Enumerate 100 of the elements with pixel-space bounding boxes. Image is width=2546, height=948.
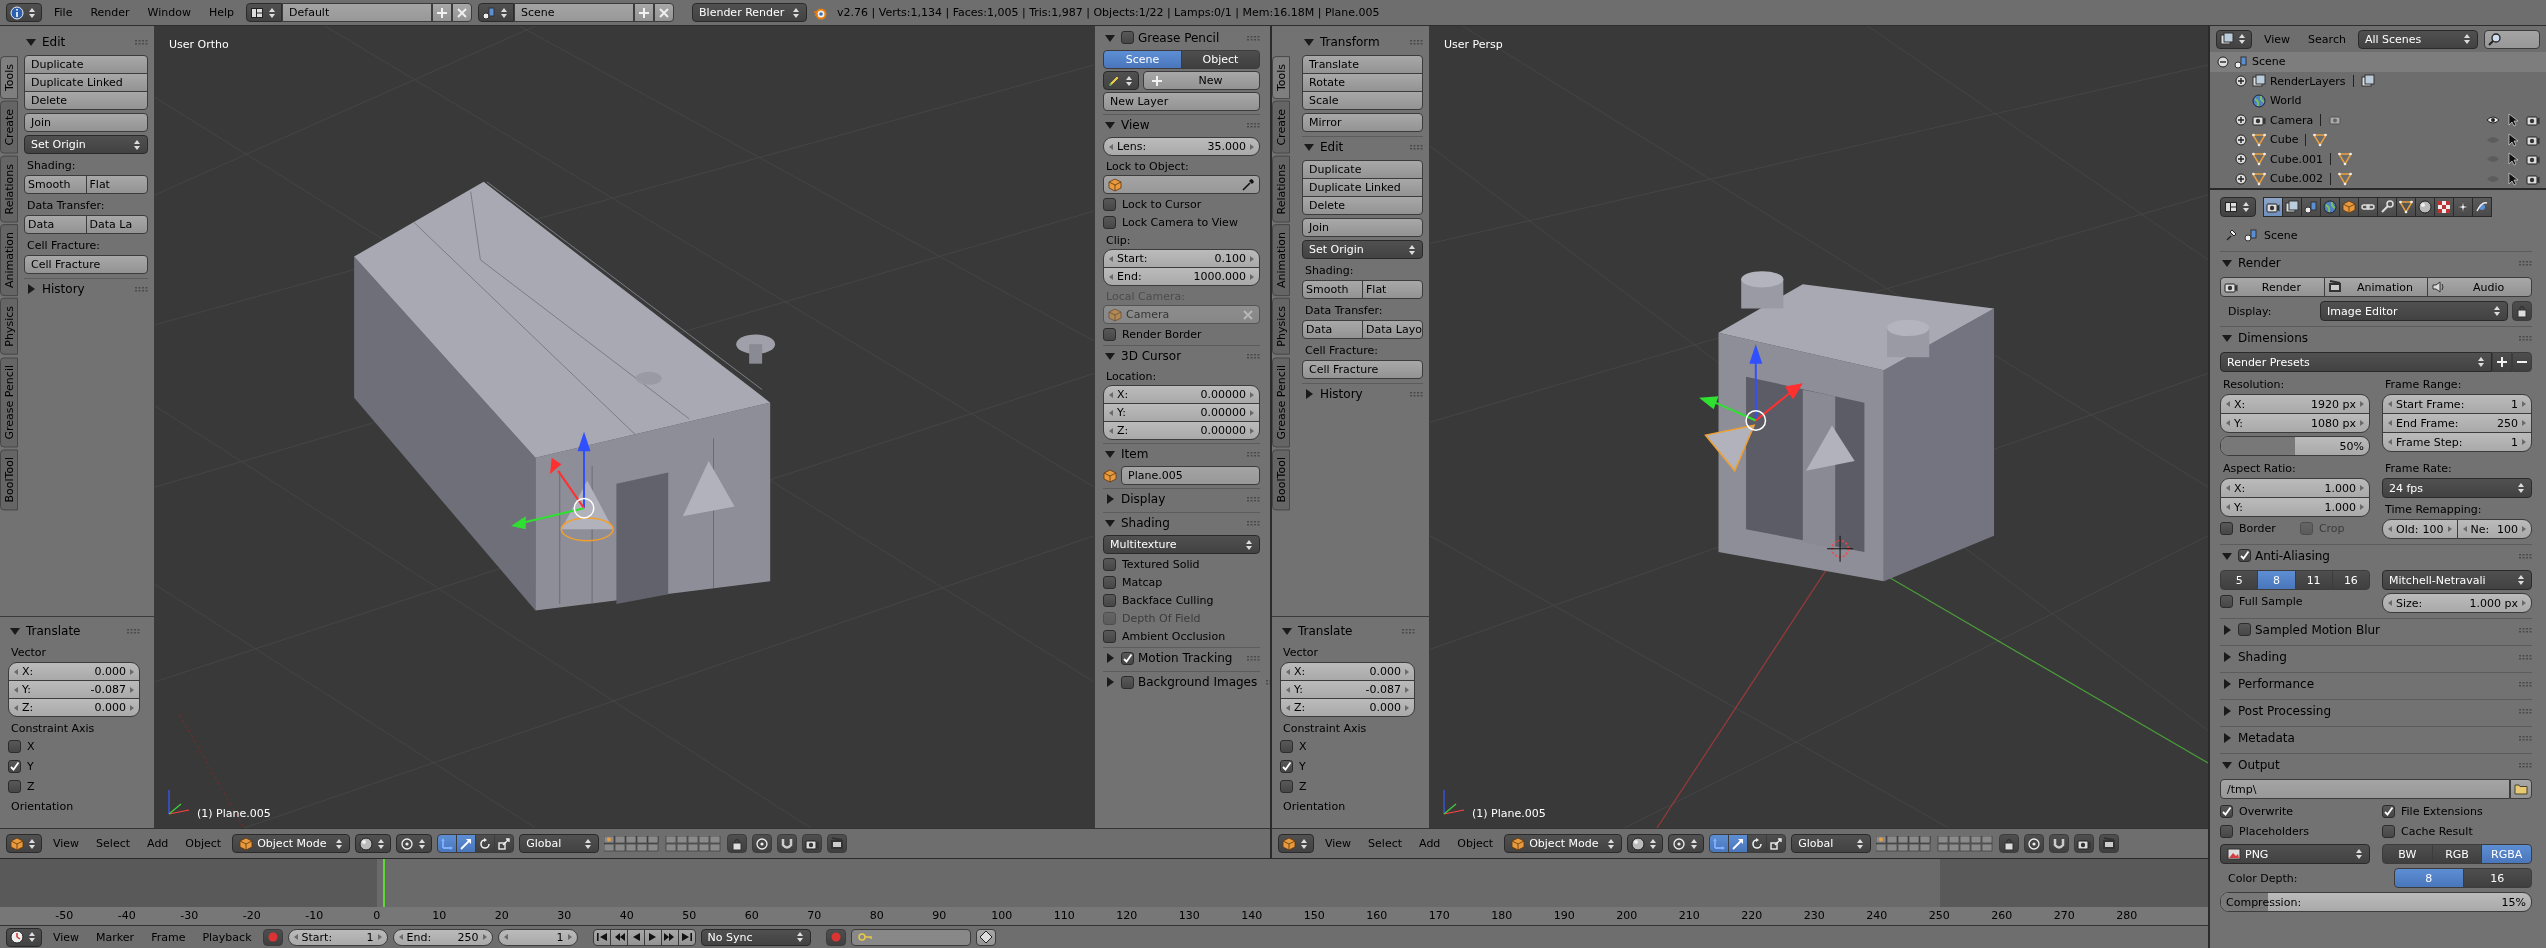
shelf-tab[interactable]: Tools: [0, 56, 18, 100]
expand-toggle-icon[interactable]: [2216, 54, 2230, 69]
checkbox-label[interactable]: Lock to Cursor: [1122, 197, 1202, 211]
properties-tab[interactable]: [2282, 197, 2302, 217]
manipulator-toggle[interactable]: [1728, 834, 1749, 853]
outliner-item-label[interactable]: Cube.002: [2270, 172, 2323, 186]
pivot-dropdown[interactable]: [1668, 834, 1705, 853]
number-field[interactable]: Old: 100: [2382, 519, 2458, 539]
current-frame-line[interactable]: [383, 859, 386, 907]
toggle-button[interactable]: BW: [2382, 844, 2433, 864]
checkbox[interactable]: [1121, 31, 1134, 44]
dropdown-menu[interactable]: Mitchell-Netravali: [2382, 570, 2532, 590]
panel-header[interactable]: History: [1320, 387, 1363, 401]
new-button[interactable]: New: [1143, 71, 1260, 90]
path-field[interactable]: /tmp\: [2220, 779, 2510, 799]
scene-menu[interactable]: [478, 3, 515, 22]
toggle-button[interactable]: Object: [1181, 50, 1260, 69]
checkbox[interactable]: [1280, 780, 1293, 793]
toggle-button[interactable]: RGBA: [2481, 844, 2532, 864]
tool-button[interactable]: Delete: [24, 91, 148, 110]
tool-button[interactable]: Join: [24, 113, 148, 132]
close-button[interactable]: [452, 3, 473, 22]
tool-button[interactable]: Flat: [1362, 280, 1423, 299]
manipulator-toggle[interactable]: [494, 834, 515, 853]
editor-type-menu[interactable]: [6, 927, 42, 947]
snap-button[interactable]: [777, 834, 798, 853]
number-field[interactable]: Y: -0.087: [8, 680, 140, 699]
dropdown-menu[interactable]: Set Origin: [24, 135, 148, 154]
menu-item[interactable]: Marker: [90, 928, 141, 946]
tool-button[interactable]: Delete: [1302, 196, 1423, 215]
menu-item[interactable]: Select: [90, 835, 137, 852]
toggle-button[interactable]: 8: [2394, 868, 2464, 888]
current-frame-field[interactable]: 1: [497, 928, 578, 946]
outliner-item-label[interactable]: Camera: [2270, 113, 2314, 127]
tool-button[interactable]: Flat: [85, 175, 148, 194]
checkbox-label[interactable]: File Extensions: [2401, 805, 2483, 818]
toggle-button[interactable]: Scene: [1103, 50, 1182, 69]
tool-button[interactable]: Rotate: [1302, 73, 1423, 92]
properties-tab[interactable]: [2396, 197, 2416, 217]
tool-button[interactable]: Join: [1302, 218, 1423, 237]
expand-toggle-icon[interactable]: [2234, 152, 2248, 167]
outliner-row[interactable]: Cube.001: [2210, 149, 2546, 169]
orientation-dropdown[interactable]: Global: [1791, 834, 1872, 853]
manipulator-toggle[interactable]: [475, 834, 496, 853]
tool-button[interactable]: Data: [24, 215, 87, 234]
tool-button[interactable]: Data La: [85, 215, 148, 234]
checkbox-label[interactable]: Y: [27, 760, 34, 773]
panel-header[interactable]: Translate: [26, 623, 81, 638]
expand-toggle-icon[interactable]: [2234, 171, 2248, 186]
render-animation-button[interactable]: [827, 834, 848, 853]
number-field[interactable]: Start Frame: 1: [2382, 394, 2532, 414]
shelf-tab[interactable]: Tools: [1272, 56, 1290, 100]
shelf-tab[interactable]: Physics: [1272, 298, 1290, 355]
shelf-tab[interactable]: Grease Pencil: [0, 356, 18, 448]
pin-icon[interactable]: [2224, 228, 2238, 242]
panel-header[interactable]: Translate: [1298, 623, 1353, 638]
shading-dropdown[interactable]: [355, 834, 392, 853]
panel-header[interactable]: Post Processing: [2238, 703, 2331, 718]
camera-icon[interactable]: [2526, 152, 2540, 167]
checkbox-label[interactable]: Backface Culling: [1122, 593, 1214, 607]
outliner-item-label[interactable]: World: [2270, 94, 2302, 108]
editor-type-menu[interactable]: [6, 3, 42, 22]
insert-keyframe-button[interactable]: [975, 928, 996, 946]
menu-item[interactable]: Select: [1362, 835, 1409, 852]
number-field[interactable]: Y: 1080 px: [2220, 413, 2370, 433]
triangle-mesh-icon[interactable]: [2337, 152, 2352, 167]
tool-button[interactable]: Duplicate Linked: [24, 73, 148, 92]
number-field[interactable]: Z: 0.000: [8, 698, 140, 717]
number-field[interactable]: Ne: 100: [2456, 519, 2532, 539]
outliner-item-label[interactable]: Cube: [2270, 133, 2299, 147]
expand-toggle-icon[interactable]: [2234, 132, 2248, 147]
outliner-row[interactable]: World: [2210, 91, 2546, 111]
playback-button[interactable]: [660, 928, 679, 946]
panel-header[interactable]: Background Images: [1138, 675, 1258, 689]
editor-type-menu[interactable]: [6, 834, 42, 853]
toggle-button[interactable]: RGB: [2431, 844, 2483, 864]
close-button[interactable]: [654, 3, 675, 22]
number-field[interactable]: End: 1000.000: [1103, 267, 1260, 286]
checkbox[interactable]: [1103, 215, 1116, 229]
checkbox-label[interactable]: Z: [27, 780, 35, 793]
panel-header[interactable]: Dimensions: [2238, 330, 2309, 345]
shelf-tab[interactable]: Grease Pencil: [1272, 356, 1290, 448]
shading-dropdown[interactable]: [1627, 834, 1664, 853]
tool-button[interactable]: Mirror: [1302, 113, 1423, 132]
menu-item[interactable]: Object: [179, 835, 228, 852]
shelf-tab[interactable]: Animation: [1272, 224, 1290, 297]
panel-header[interactable]: Display: [1121, 492, 1166, 506]
tool-button[interactable]: Scale: [1302, 91, 1423, 110]
checkbox[interactable]: [2220, 805, 2233, 818]
sync-dropdown[interactable]: No Sync: [700, 928, 811, 946]
panel-header[interactable]: View: [1121, 118, 1150, 132]
properties-tab[interactable]: [2339, 197, 2359, 217]
outliner-row[interactable]: Camera: [2210, 110, 2546, 130]
panel-header[interactable]: Render: [2238, 255, 2281, 270]
menu-item[interactable]: Window: [141, 4, 197, 21]
render-button[interactable]: [2074, 834, 2095, 853]
render-action-button[interactable]: Audio: [2427, 277, 2532, 297]
properties-tab[interactable]: [2415, 197, 2435, 217]
editor-type-menu[interactable]: [2220, 197, 2256, 217]
properties-tab[interactable]: [2301, 197, 2321, 217]
